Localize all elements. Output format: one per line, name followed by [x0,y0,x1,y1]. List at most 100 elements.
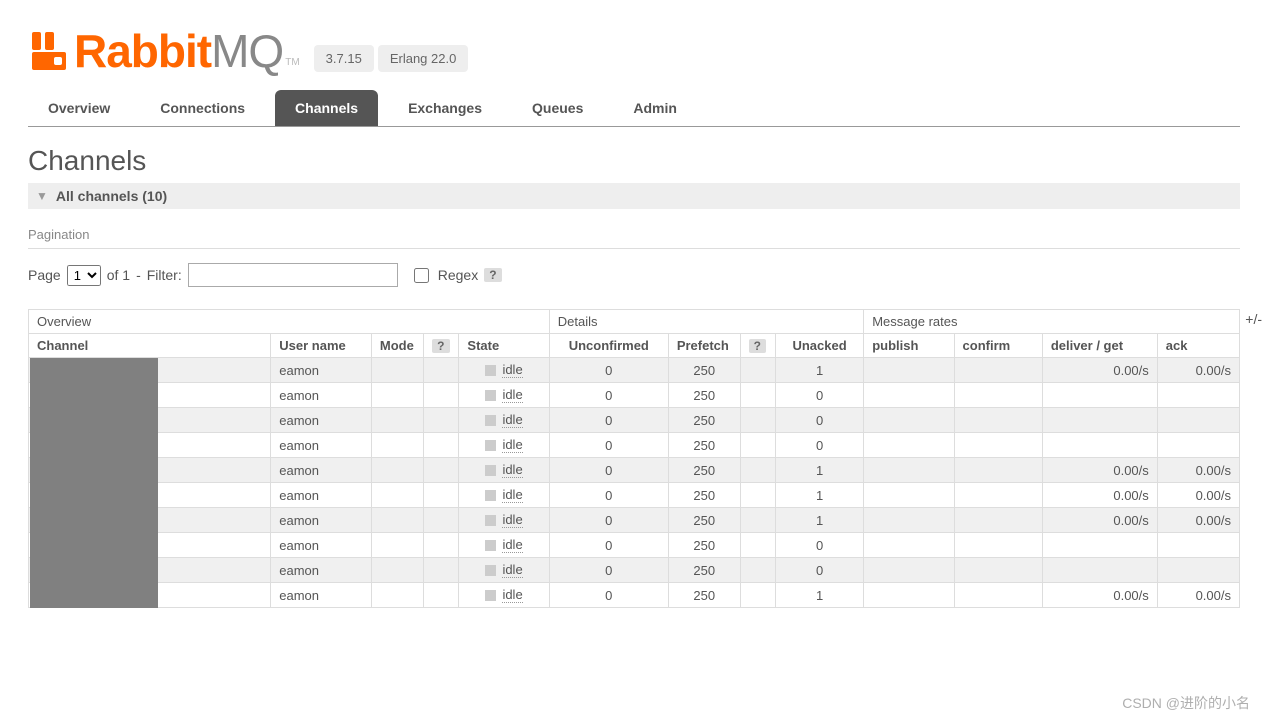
cell-unacked: 1 [775,508,863,533]
cell-unconfirmed: 0 [549,483,668,508]
cell-state: idle [459,408,549,433]
col-mode-help[interactable]: ? [424,334,459,358]
table-row: :55752 (8)eamonidle02500 [29,558,1240,583]
cell-deliver: 0.00/s [1042,508,1157,533]
cell-mode2 [424,533,459,558]
tab-overview[interactable]: Overview [28,90,130,126]
table-row: :55752 (2)eamonidle02500 [29,408,1240,433]
cell-unconfirmed: 0 [549,458,668,483]
help-icon: ? [432,339,449,353]
page-select[interactable]: 1 [67,265,101,286]
cell-mode [371,558,423,583]
state-icon [485,365,496,376]
cell-mode [371,508,423,533]
version-badge: 3.7.15 [314,45,374,72]
cell-unacked: 0 [775,383,863,408]
col-deliver[interactable]: deliver / get [1042,334,1157,358]
state-icon [485,540,496,551]
group-overview: Overview [29,310,550,334]
col-ack[interactable]: ack [1157,334,1239,358]
filter-input[interactable] [188,263,398,287]
cell-state: idle [459,383,549,408]
table-row: :55752 (1)eamonidle025010.00/s0.00/s [29,358,1240,383]
redacted-region [30,358,158,608]
cell-mode2 [424,458,459,483]
col-user[interactable]: User name [271,334,372,358]
cell-unconfirmed: 0 [549,533,668,558]
page-title: Channels [28,145,1240,177]
cell-state: idle [459,558,549,583]
cell-unconfirmed: 0 [549,383,668,408]
col-unconfirmed[interactable]: Unconfirmed [549,334,668,358]
cell-mode [371,408,423,433]
cell-user: eamon [271,408,372,433]
filter-label: Filter: [147,267,182,283]
trademark: TM [285,57,299,68]
tab-exchanges[interactable]: Exchanges [388,90,502,126]
state-icon [485,565,496,576]
col-confirm[interactable]: confirm [954,334,1042,358]
channels-table: Overview Details Message rates Channel U… [28,309,1240,608]
cell-unacked: 0 [775,433,863,458]
cell-prefetch2 [740,383,775,408]
col-prefetch[interactable]: Prefetch [668,334,740,358]
columns-toggle[interactable]: +/- [1245,311,1262,327]
cell-confirm [954,408,1042,433]
page-of-label: of 1 [107,267,130,283]
regex-checkbox[interactable] [414,268,429,283]
state-icon [485,390,496,401]
cell-unacked: 0 [775,408,863,433]
cell-confirm [954,358,1042,383]
cell-ack [1157,383,1239,408]
cell-mode [371,433,423,458]
cell-user: eamon [271,383,372,408]
cell-prefetch2 [740,483,775,508]
table-header-row: Channel User name Mode ? State Unconfirm… [29,334,1240,358]
cell-ack: 0.00/s [1157,508,1239,533]
cell-mode [371,458,423,483]
cell-publish [864,533,954,558]
table-row: :55752 (5)eamonidle025010.00/s0.00/s [29,483,1240,508]
col-unacked[interactable]: Unacked [775,334,863,358]
col-mode[interactable]: Mode [371,334,423,358]
tab-connections[interactable]: Connections [140,90,265,126]
cell-deliver [1042,533,1157,558]
cell-prefetch: 250 [668,458,740,483]
cell-state: idle [459,433,549,458]
table-group-row: Overview Details Message rates [29,310,1240,334]
cell-ack [1157,533,1239,558]
col-publish[interactable]: publish [864,334,954,358]
tab-queues[interactable]: Queues [512,90,603,126]
section-all-channels[interactable]: ▼ All channels (10) [28,183,1240,209]
cell-mode [371,533,423,558]
cell-deliver [1042,433,1157,458]
cell-mode2 [424,583,459,608]
tab-admin[interactable]: Admin [613,90,697,126]
state-icon [485,490,496,501]
cell-ack [1157,558,1239,583]
state-icon [485,590,496,601]
cell-deliver [1042,383,1157,408]
regex-help-icon[interactable]: ? [484,268,501,282]
channels-table-wrap: +/- Overview Details Message rates Chann… [28,309,1240,608]
cell-state: idle [459,483,549,508]
state-icon [485,515,496,526]
cell-publish [864,383,954,408]
col-state[interactable]: State [459,334,549,358]
cell-mode [371,358,423,383]
col-prefetch-help[interactable]: ? [740,334,775,358]
cell-prefetch: 250 [668,433,740,458]
cell-user: eamon [271,433,372,458]
cell-prefetch: 250 [668,558,740,583]
cell-user: eamon [271,508,372,533]
cell-ack [1157,433,1239,458]
tab-channels[interactable]: Channels [275,90,378,126]
cell-publish [864,508,954,533]
group-details: Details [549,310,863,334]
cell-user: eamon [271,458,372,483]
rabbitmq-logo[interactable]: RabbitMQ [28,24,283,78]
cell-prefetch2 [740,558,775,583]
table-row: :55752 (10)eamonidle02500 [29,383,1240,408]
col-channel[interactable]: Channel [29,334,271,358]
cell-prefetch2 [740,458,775,483]
